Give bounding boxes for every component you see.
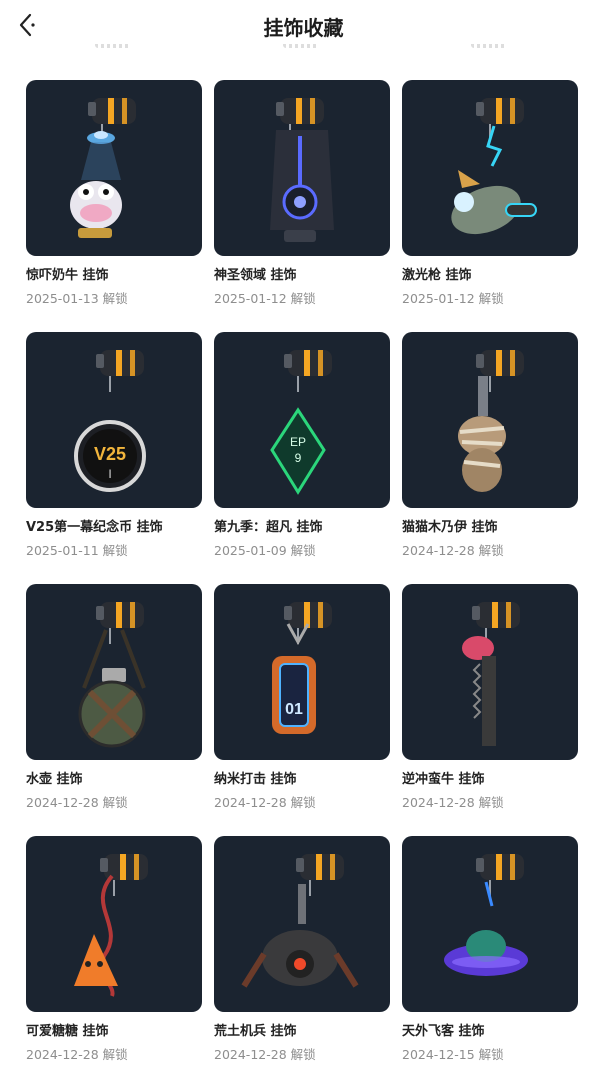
charm-thumbnail[interactable] (402, 584, 578, 760)
charm-canteen-icon (78, 602, 146, 748)
charm-cow-icon (70, 98, 136, 238)
charm-name: 天外飞客 挂饰 (402, 1024, 485, 1039)
charm-item[interactable]: 01 纳米打击 挂饰 2024-12-28 解锁 (214, 584, 390, 810)
charm-ufo-icon (444, 854, 528, 976)
charm-thumbnail[interactable]: EP 9 (214, 332, 390, 508)
charm-thumbnail[interactable] (402, 80, 578, 256)
charm-name: 神圣领域 挂饰 (214, 268, 297, 283)
charm-thumbnail[interactable] (26, 584, 202, 760)
charm-name: 第九季：超凡 挂饰 (214, 520, 323, 535)
charm-thumbnail[interactable] (26, 80, 202, 256)
clip-icon (284, 602, 332, 644)
unlock-date: 2024-12-28 解锁 (402, 795, 504, 810)
clip-icon (476, 854, 524, 896)
clip-icon (100, 854, 148, 896)
charm-laser-icon (451, 98, 537, 235)
charm-thumbnail[interactable]: V25 I (26, 332, 202, 508)
unlock-date: 2024-12-15 解锁 (402, 1047, 504, 1062)
svg-text:9: 9 (295, 451, 302, 465)
unlock-date: 2024-12-28 解锁 (26, 795, 128, 810)
charm-name: 激光枪 挂饰 (402, 268, 472, 283)
clip-icon (476, 98, 524, 140)
charm-candy-icon (74, 854, 148, 997)
unlock-date: 2025-01-12 解锁 (402, 291, 504, 306)
charm-coin-icon: V25 I (74, 350, 146, 492)
charm-item[interactable]: 逆冲蛮牛 挂饰 2024-12-28 解锁 (402, 584, 578, 810)
charm-mummy-icon (458, 350, 524, 492)
charm-name: 水壶 挂饰 (26, 772, 83, 787)
charm-item[interactable]: 猫猫木乃伊 挂饰 2024-12-28 解锁 (402, 332, 578, 558)
charm-thumbnail[interactable] (402, 836, 578, 1012)
charm-holy-icon (270, 98, 334, 242)
charm-item[interactable]: 激光枪 挂饰 2025-01-12 解锁 (402, 80, 578, 306)
charm-robot-icon (241, 854, 359, 988)
charm-item[interactable]: 可爱糖糖 挂饰 2024-12-28 解锁 (26, 836, 202, 1062)
clip-icon (96, 350, 144, 392)
charm-item[interactable]: 神圣领域 挂饰 2025-01-12 解锁 (214, 80, 390, 306)
charm-name: V25第一幕纪念币 挂饰 (26, 520, 163, 535)
unlock-date: 2025-01-12 解锁 (214, 291, 316, 306)
charm-thumbnail[interactable] (214, 836, 390, 1012)
charm-ep9-icon: EP 9 (270, 350, 332, 495)
svg-text:I: I (108, 467, 111, 481)
charm-chainsaw-icon (462, 602, 520, 746)
charm-item[interactable]: 水壶 挂饰 2024-12-28 解锁 (26, 584, 202, 810)
charm-name: 逆冲蛮牛 挂饰 (402, 772, 485, 787)
clip-icon (284, 350, 332, 392)
collection-grid: 惊吓奶牛 挂饰 2025-01-13 解锁 神圣领域 挂饰 2025-01-12… (26, 80, 578, 1062)
scrolled-row-remnant (283, 44, 319, 52)
charm-thumbnail[interactable] (26, 836, 202, 1012)
charm-name: 荒土机兵 挂饰 (214, 1024, 297, 1039)
charm-item[interactable]: V25 I V25第一幕纪念币 挂饰 2025-01-11 解锁 (26, 332, 202, 558)
charm-name: 纳米打击 挂饰 (214, 772, 297, 787)
charm-thumbnail[interactable]: 01 (214, 584, 390, 760)
charm-item[interactable]: EP 9 第九季：超凡 挂饰 2025-01-09 解锁 (214, 332, 390, 558)
unlock-date: 2024-12-28 解锁 (214, 795, 316, 810)
svg-text:EP: EP (290, 435, 306, 449)
unlock-date: 2025-01-13 解锁 (26, 291, 128, 306)
charm-thumbnail[interactable] (402, 332, 578, 508)
charm-item[interactable]: 惊吓奶牛 挂饰 2025-01-13 解锁 (26, 80, 202, 306)
scrolled-row-remnant (471, 44, 507, 52)
unlock-date: 2025-01-09 解锁 (214, 543, 316, 558)
unlock-date: 2024-12-28 解锁 (402, 543, 504, 558)
charm-nano-icon: 01 (272, 602, 332, 734)
charm-thumbnail[interactable] (214, 80, 390, 256)
charm-name: 可爱糖糖 挂饰 (26, 1024, 109, 1039)
charm-item[interactable]: 荒土机兵 挂饰 2024-12-28 解锁 (214, 836, 390, 1062)
svg-text:V25: V25 (94, 444, 126, 464)
unlock-date: 2024-12-28 解锁 (26, 1047, 128, 1062)
charm-item[interactable]: 天外飞客 挂饰 2024-12-15 解锁 (402, 836, 578, 1062)
page-title: 挂饰收藏 (263, 16, 344, 40)
unlock-date: 2025-01-11 解锁 (26, 543, 128, 558)
unlock-date: 2024-12-28 解锁 (214, 1047, 316, 1062)
svg-text:01: 01 (285, 701, 303, 718)
header: 挂饰收藏 (0, 0, 607, 50)
scrolled-row-remnant (95, 44, 131, 52)
charm-name: 猫猫木乃伊 挂饰 (402, 520, 498, 535)
charm-name: 惊吓奶牛 挂饰 (26, 268, 109, 283)
